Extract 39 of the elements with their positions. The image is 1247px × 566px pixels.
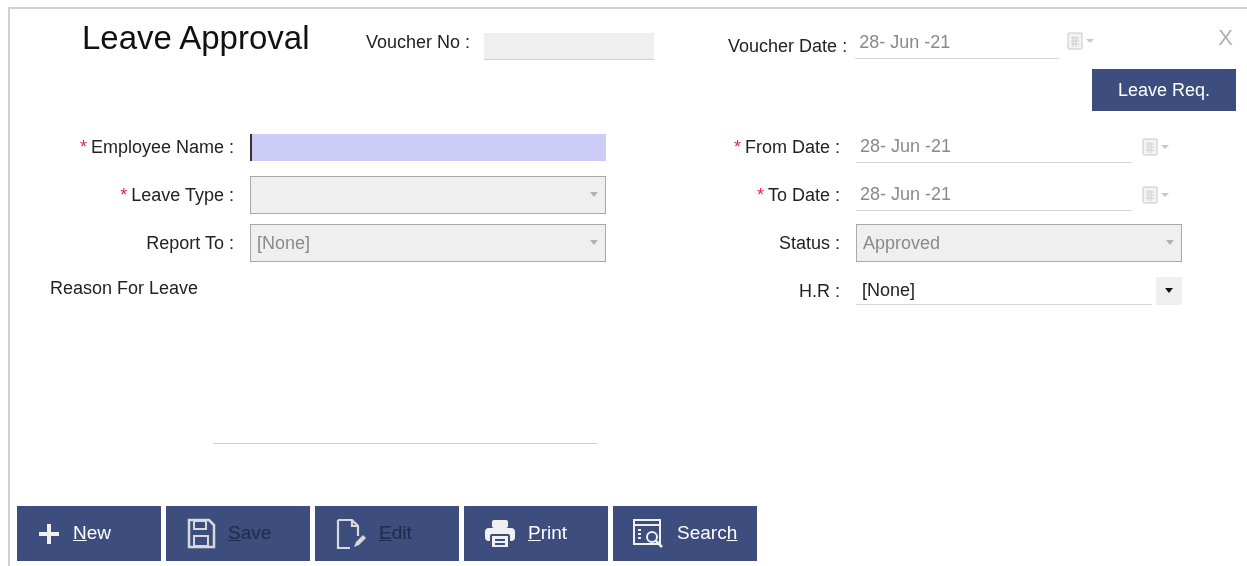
toolbar-button[interactable]: Print [464, 506, 608, 561]
edit-document-icon [335, 517, 367, 550]
dropdown-field[interactable]: [None] [856, 277, 1152, 305]
date-field[interactable]: 28- Jun -21 [855, 27, 1060, 59]
required-asterisk: * [79, 138, 87, 156]
dropdown-button[interactable] [1156, 277, 1182, 305]
date-field[interactable]: 28- Jun -21 [856, 131, 1132, 163]
plus-icon [37, 521, 61, 546]
close-button[interactable]: X [1218, 27, 1233, 49]
toolbar-button[interactable]: Search [613, 506, 757, 561]
required-asterisk: * [733, 138, 741, 156]
field-label: H.R : [799, 279, 840, 303]
field-label: Reason For Leave [50, 277, 200, 300]
save-icon [186, 517, 216, 550]
field-label: Employee Name : [90, 135, 234, 159]
dropdown-value: [None] [862, 279, 916, 302]
field-label: Voucher No : [366, 31, 471, 54]
caret-icon [1165, 240, 1175, 246]
printer-icon [484, 518, 516, 549]
field-label: Voucher Date : [728, 35, 848, 58]
caret-icon [589, 192, 599, 198]
field-label: Leave Type : [131, 183, 234, 207]
field-label: Report To : [146, 231, 234, 255]
window-title: Leave Approval [82, 21, 311, 54]
caret-icon [1164, 288, 1174, 294]
required-asterisk: * [120, 186, 128, 204]
date-field[interactable]: 28- Jun -21 [856, 179, 1132, 211]
required-asterisk: * [756, 186, 764, 204]
field-label: Status : [778, 231, 840, 255]
field-label: From Date : [744, 135, 840, 159]
field-label: To Date : [767, 183, 840, 207]
search-list-icon [633, 518, 665, 549]
leave-request-button[interactable]: Leave Req. [1092, 69, 1236, 111]
dropdown-value: Approved [863, 232, 941, 253]
voucher-number-field[interactable] [484, 33, 655, 60]
caret-icon [589, 240, 599, 246]
dropdown-value: [None] [257, 232, 311, 253]
text-field[interactable] [250, 133, 606, 161]
toolbar-button[interactable]: New [17, 506, 161, 561]
